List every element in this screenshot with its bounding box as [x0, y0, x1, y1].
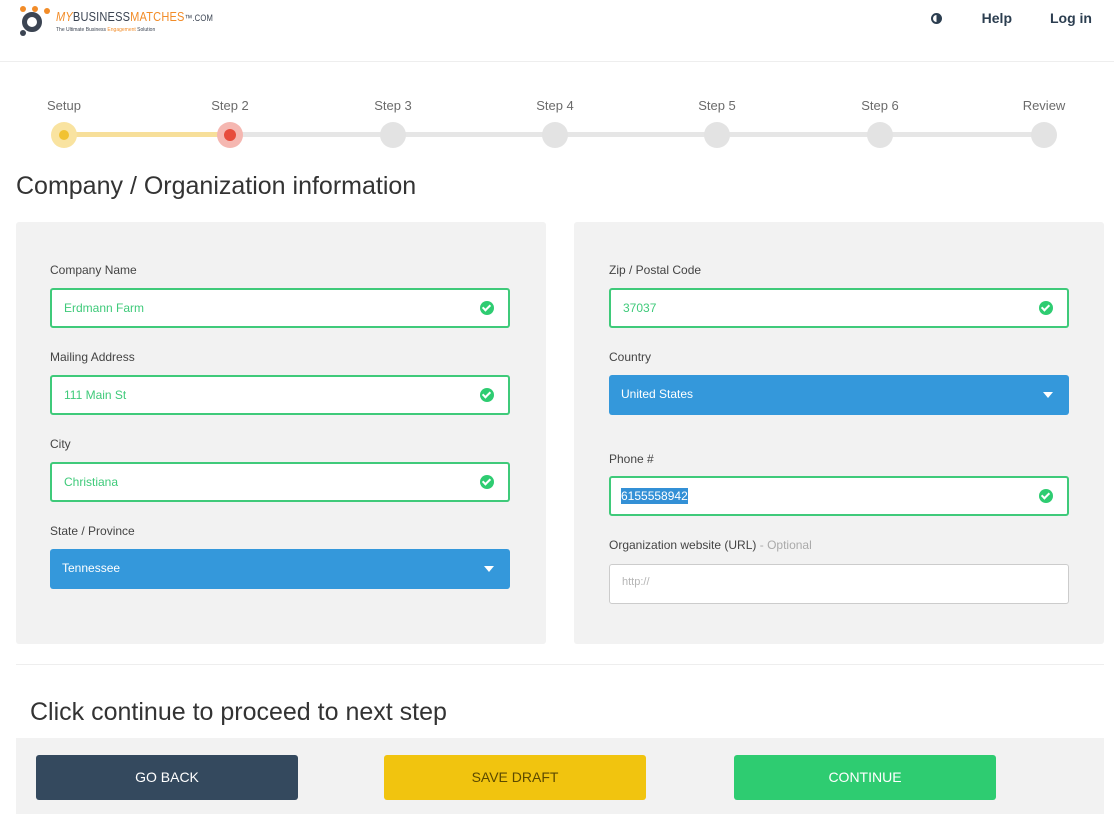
country-label: Country	[609, 350, 652, 364]
state-province-label: State / Province	[50, 524, 135, 538]
state-province-value: Tennessee	[62, 561, 121, 575]
logo-business: BUSINESS	[72, 9, 131, 24]
step-dot-step-3	[380, 122, 406, 148]
top-nav: Help Log in	[930, 10, 1092, 26]
logo-com: ™.COM	[184, 13, 214, 23]
stepper-track-progress	[64, 132, 230, 137]
help-link[interactable]: Help	[982, 10, 1012, 26]
action-bar: GO BACK SAVE DRAFT CONTINUE	[16, 738, 1104, 814]
chevron-down-icon	[1043, 392, 1053, 398]
step-dot-review	[1031, 122, 1057, 148]
valid-check-icon	[480, 388, 494, 402]
phone-value-selected: 6155558942	[621, 488, 688, 504]
zip-field[interactable]: 37037	[609, 288, 1069, 328]
page-title: Company / Organization information	[16, 172, 417, 200]
state-province-select[interactable]: Tennessee	[50, 549, 510, 589]
login-link[interactable]: Log in	[1050, 10, 1092, 26]
step-dot-step-6	[867, 122, 893, 148]
valid-check-icon	[480, 301, 494, 315]
website-placeholder: http://	[622, 576, 650, 588]
mailing-address-field[interactable]: 111 Main St	[50, 375, 510, 415]
progress-stepper: Setup Step 2 Step 3 Step 4 Step 5 Step 6…	[0, 96, 1114, 156]
city-label: City	[50, 437, 71, 451]
step-label-setup: Setup	[47, 98, 81, 113]
website-label: Organization website (URL) - Optional	[609, 538, 812, 552]
go-back-button[interactable]: GO BACK	[36, 755, 298, 800]
logo-matches: MATCHES	[130, 9, 185, 24]
country-select[interactable]: United States	[609, 375, 1069, 415]
chevron-down-icon	[484, 566, 494, 572]
save-draft-button[interactable]: SAVE DRAFT	[384, 755, 646, 800]
step-dot-setup[interactable]	[51, 122, 77, 148]
continue-prompt: Click continue to proceed to next step	[30, 698, 447, 726]
logo[interactable]: MYBUSINESSMATCHES™.COM The Ultimate Busi…	[20, 6, 241, 36]
continue-button[interactable]: CONTINUE	[734, 755, 996, 800]
logo-tagline: The Ultimate Business Engagement Solutio…	[56, 27, 156, 33]
company-info-panel-left: Company Name Erdmann Farm Mailing Addres…	[16, 222, 546, 644]
optional-hint: - Optional	[756, 538, 812, 552]
logo-my: MY	[56, 9, 73, 24]
step-label-step-2: Step 2	[211, 98, 249, 113]
zip-value: 37037	[623, 301, 657, 315]
step-dot-step-5	[704, 122, 730, 148]
phone-label: Phone #	[609, 452, 654, 466]
company-info-panel-right: Zip / Postal Code 37037 Country United S…	[574, 222, 1104, 644]
city-field[interactable]: Christiana	[50, 462, 510, 502]
phone-value: 6155558942	[621, 488, 688, 504]
valid-check-icon	[1039, 489, 1053, 503]
company-name-value: Erdmann Farm	[64, 301, 145, 315]
step-label-step-3: Step 3	[374, 98, 412, 113]
step-dot-step-4	[542, 122, 568, 148]
logo-icon	[20, 6, 50, 36]
step-label-step-4: Step 4	[536, 98, 574, 113]
contrast-icon[interactable]	[930, 12, 942, 24]
country-value: United States	[621, 387, 694, 401]
mailing-address-label: Mailing Address	[50, 350, 135, 364]
header: MYBUSINESSMATCHES™.COM The Ultimate Busi…	[0, 0, 1114, 62]
phone-field[interactable]: 6155558942	[609, 476, 1069, 516]
valid-check-icon	[480, 475, 494, 489]
company-name-field[interactable]: Erdmann Farm	[50, 288, 510, 328]
step-dot-step-2[interactable]	[217, 122, 243, 148]
zip-label: Zip / Postal Code	[609, 263, 702, 277]
step-label-step-5: Step 5	[698, 98, 736, 113]
valid-check-icon	[1039, 301, 1053, 315]
section-divider	[16, 664, 1104, 665]
step-label-review: Review	[1022, 98, 1066, 113]
mailing-address-value: 111 Main St	[64, 388, 127, 402]
city-value: Christiana	[64, 475, 119, 489]
website-field[interactable]: http://	[609, 564, 1069, 604]
company-name-label: Company Name	[50, 263, 137, 277]
step-label-step-6: Step 6	[861, 98, 899, 113]
logo-wordmark: MYBUSINESSMATCHES™.COM The Ultimate Busi…	[56, 9, 241, 33]
